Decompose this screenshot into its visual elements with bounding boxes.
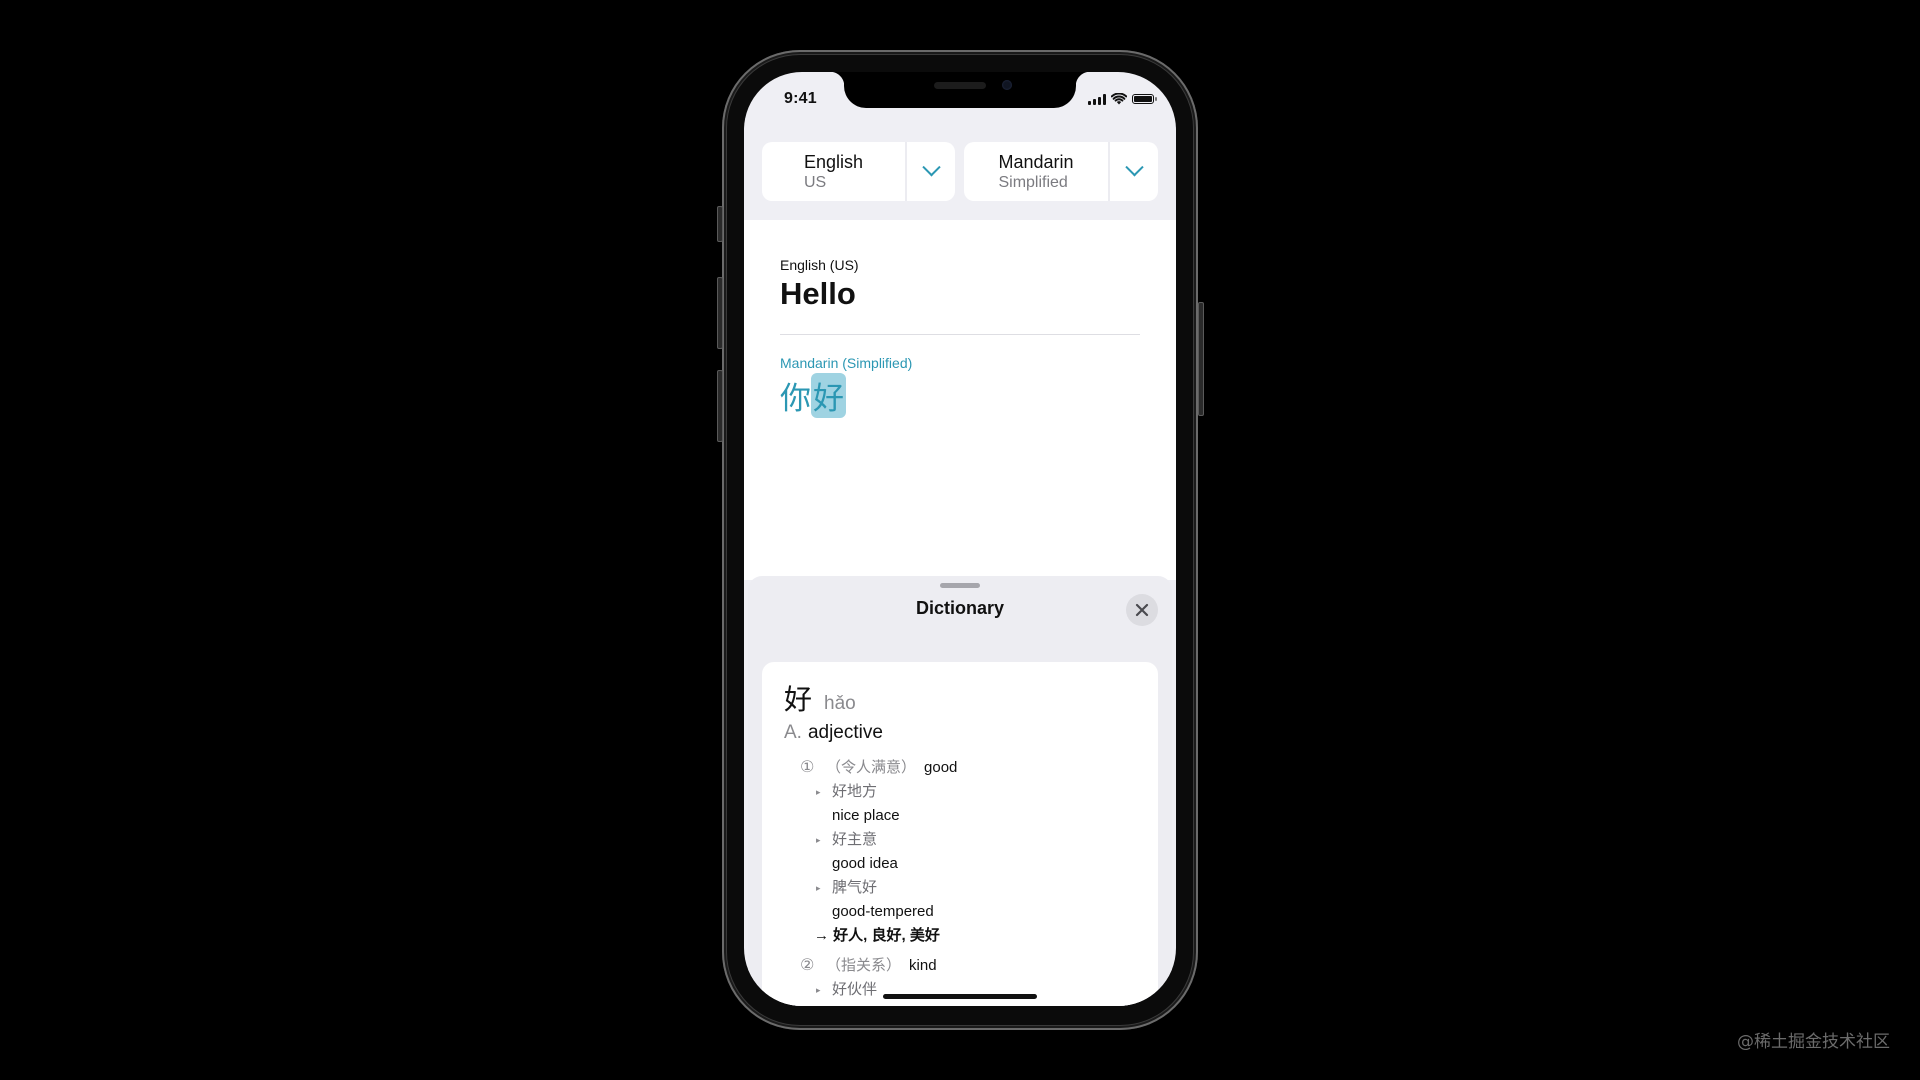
- front-camera: [1002, 80, 1012, 90]
- sense-item: ② （指关系） kind: [800, 954, 1148, 978]
- watermark: @稀土掘金技术社区: [1737, 1032, 1890, 1052]
- chevron-down-icon: [921, 158, 941, 177]
- sense-meaning: good: [924, 759, 958, 776]
- sense-gloss: （令人满意）: [826, 759, 917, 776]
- example-english: good idea: [832, 855, 898, 872]
- example-chinese: 好主意: [800, 828, 1148, 852]
- target-language-variant: Simplified: [998, 173, 1068, 191]
- sense-number: ①: [800, 759, 815, 776]
- sense-list: ① （令人满意） good 好地方 nice place 好主意 good id…: [800, 756, 1148, 1002]
- highlighted-word[interactable]: 好: [811, 373, 846, 418]
- source-language-variant: US: [803, 173, 827, 191]
- translated-word[interactable]: 你: [780, 373, 811, 418]
- example-chinese: 好地方: [800, 780, 1148, 804]
- translation-panel: English (US) Hello Mandarin (Simplified)…: [744, 220, 1176, 580]
- target-language-selector: Mandarin Simplified: [964, 142, 1158, 201]
- example-english: good-tempered: [832, 903, 934, 920]
- source-language-name: English: [803, 151, 864, 172]
- translated-text: 你 好: [780, 373, 846, 418]
- status-time: 9:41: [784, 90, 817, 107]
- source-language-label: English (US): [780, 257, 859, 273]
- part-of-speech: A. adjective: [784, 722, 883, 744]
- power-button: [1198, 302, 1204, 416]
- see-also-link[interactable]: → 好人, 良好, 美好: [800, 924, 1148, 948]
- battery-icon: [1132, 94, 1157, 104]
- divider: [780, 334, 1140, 335]
- cellular-signal-icon: [1088, 93, 1106, 105]
- entry-header: 好 hǎo: [784, 678, 856, 718]
- notch: [830, 72, 1090, 108]
- volume-down-button: [717, 370, 723, 442]
- source-language-dropdown[interactable]: [907, 142, 955, 201]
- part-of-speech-label: adjective: [807, 722, 883, 743]
- target-language-dropdown[interactable]: [1110, 142, 1158, 201]
- entry-pinyin: hǎo: [824, 693, 856, 714]
- speaker-grille: [934, 82, 986, 89]
- source-language-button[interactable]: English US: [762, 142, 907, 201]
- silent-switch: [717, 206, 723, 242]
- part-of-speech-letter: A.: [784, 722, 802, 743]
- sheet-grabber[interactable]: [940, 583, 980, 588]
- target-language-label: Mandarin (Simplified): [780, 355, 913, 371]
- volume-up-button: [717, 277, 723, 349]
- status-icons: [1088, 93, 1157, 105]
- entry-headword: 好: [784, 683, 813, 716]
- example-english: nice place: [832, 807, 900, 824]
- sense-gloss: （指关系）: [826, 957, 902, 974]
- dictionary-sheet: Dictionary 好 hǎo A. adjective ① （令人满意） g…: [748, 576, 1172, 1006]
- dictionary-entry-card: 好 hǎo A.adjective ① （令人满意） good 好地方 nice…: [762, 662, 1158, 1006]
- presentation-background: 9:41 English US Mandarin Simplified Engl…: [0, 0, 1920, 1080]
- sense-item: ① （令人满意） good: [800, 756, 1148, 780]
- target-language-button[interactable]: Mandarin Simplified: [964, 142, 1110, 201]
- chevron-down-icon: [1124, 158, 1144, 177]
- example-chinese: 脾气好: [800, 876, 1148, 900]
- source-language-selector: English US: [762, 142, 955, 201]
- close-icon: [1135, 603, 1149, 617]
- sheet-title: Dictionary: [915, 598, 1005, 618]
- source-text[interactable]: Hello: [780, 276, 856, 312]
- close-button[interactable]: [1126, 594, 1158, 626]
- wifi-icon: [1111, 93, 1127, 105]
- sense-meaning: kind: [909, 957, 937, 974]
- target-language-name: Mandarin: [998, 151, 1074, 172]
- home-indicator[interactable]: [883, 994, 1037, 999]
- sense-number: ②: [800, 957, 815, 974]
- phone-screen: 9:41 English US Mandarin Simplified Engl…: [744, 72, 1176, 1006]
